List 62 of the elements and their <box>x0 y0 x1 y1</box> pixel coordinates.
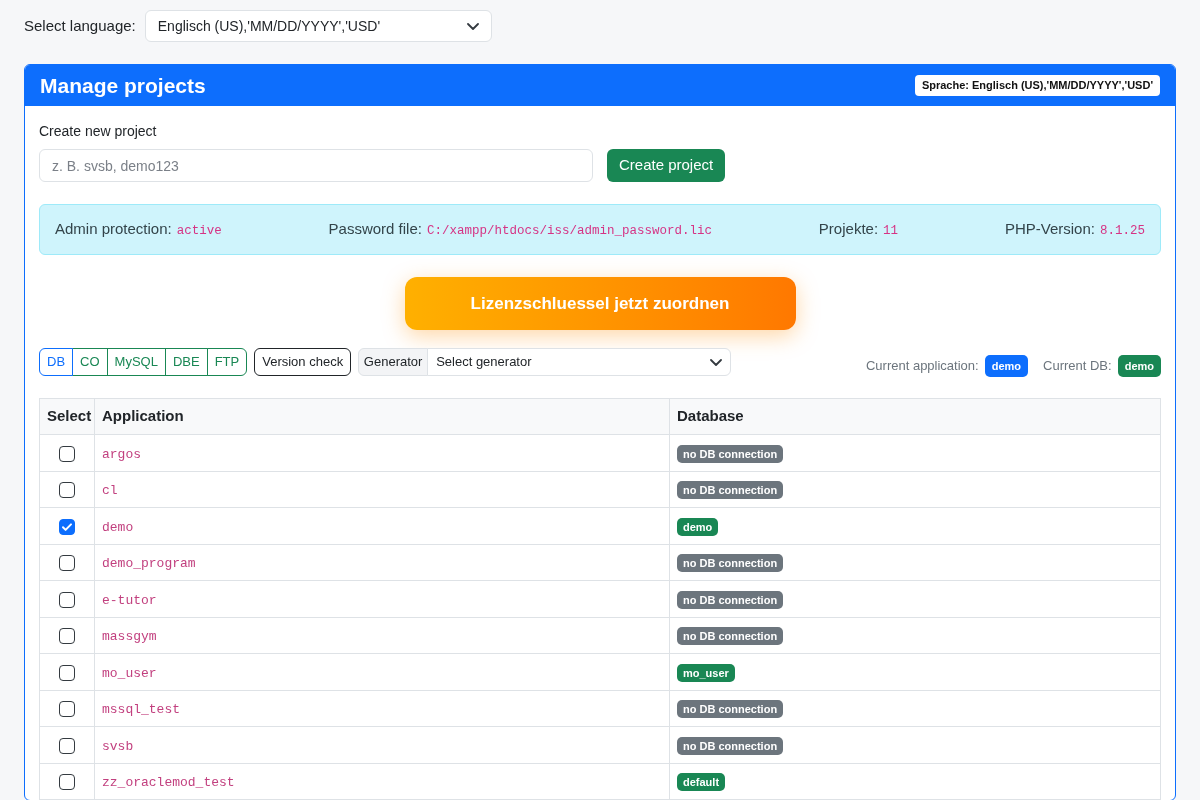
checkbox[interactable] <box>59 664 75 681</box>
language-label: Select language: <box>24 15 136 36</box>
database-badge: no DB connection <box>677 736 784 755</box>
language-select[interactable]: Englisch (US),'MM/DD/YYYY','USD' <box>144 10 492 42</box>
application-name: e-tutor <box>102 592 157 608</box>
info-value: 8.1.25 <box>1099 223 1145 241</box>
application-name: demo <box>102 519 134 535</box>
chevron-down-icon <box>466 22 479 30</box>
language-badge: Sprache: Englisch (US),'MM/DD/YYYY','USD' <box>914 75 1160 96</box>
checkbox[interactable] <box>59 628 75 645</box>
database-badge: default <box>677 773 726 791</box>
database-badge: no DB connection <box>677 554 784 572</box>
checkbox[interactable] <box>59 591 75 608</box>
database-badge: no DB connection <box>677 700 784 718</box>
application-name: cl <box>102 483 118 498</box>
create-project-label: Create new project <box>39 122 158 141</box>
current-badge: demo <box>1117 354 1161 378</box>
database-badge: demo <box>677 517 719 536</box>
checkbox[interactable] <box>59 774 75 791</box>
card-title: Manage projects <box>40 72 206 99</box>
toolbar-button[interactable]: MySQL <box>106 348 166 376</box>
version-check-button[interactable]: Version check <box>254 348 352 376</box>
project-name-field[interactable]: z. B. svsb, demo123 <box>39 149 593 182</box>
application-name: zz_oraclemod_test <box>102 775 235 790</box>
database-badge: no DB connection <box>677 444 784 463</box>
info-value: C:/xampp/htdocs/iss/admin_password.lic <box>426 223 712 241</box>
checkbox[interactable] <box>59 445 75 462</box>
toolbar-button[interactable]: DB <box>39 348 74 376</box>
toolbar-button[interactable]: CO <box>72 348 108 376</box>
info-label: Projekte: <box>818 219 879 240</box>
column-header: Select <box>39 398 95 435</box>
column-header: Database <box>669 398 1161 435</box>
application-name: massgym <box>102 629 157 644</box>
info-value: 11 <box>883 223 899 241</box>
checkbox[interactable] <box>59 482 75 499</box>
database-badge: no DB connection <box>677 627 784 645</box>
current-label: Current application: <box>865 357 979 376</box>
generator-select[interactable]: Select generator <box>427 348 732 376</box>
info-value: active <box>176 223 222 241</box>
checkbox[interactable] <box>59 555 75 572</box>
checkbox[interactable] <box>59 701 75 718</box>
database-badge: no DB connection <box>677 590 784 609</box>
application-name: mo_user <box>102 665 157 681</box>
application-name: demo_program <box>102 556 196 571</box>
current-badge: demo <box>984 354 1028 378</box>
checkbox[interactable] <box>59 518 75 535</box>
current-label: Current DB: <box>1043 357 1112 376</box>
column-header: Application <box>94 398 670 435</box>
application-name: svsb <box>102 738 134 754</box>
info-label: PHP-Version: <box>1004 219 1095 240</box>
database-badge: no DB connection <box>677 481 784 499</box>
info-label: Password file: <box>328 219 422 240</box>
generator-label: Generator <box>358 348 429 376</box>
toolbar-button[interactable]: FTP <box>206 348 248 376</box>
application-name: mssql_test <box>102 702 180 717</box>
toolbar-button[interactable]: DBE <box>164 348 208 376</box>
checkbox[interactable] <box>59 737 75 754</box>
chevron-down-icon <box>710 358 723 366</box>
application-name: argos <box>102 446 141 462</box>
database-badge: mo_user <box>677 663 735 682</box>
create-project-button[interactable]: Create project <box>607 149 726 182</box>
info-label: Admin protection: <box>55 219 172 240</box>
